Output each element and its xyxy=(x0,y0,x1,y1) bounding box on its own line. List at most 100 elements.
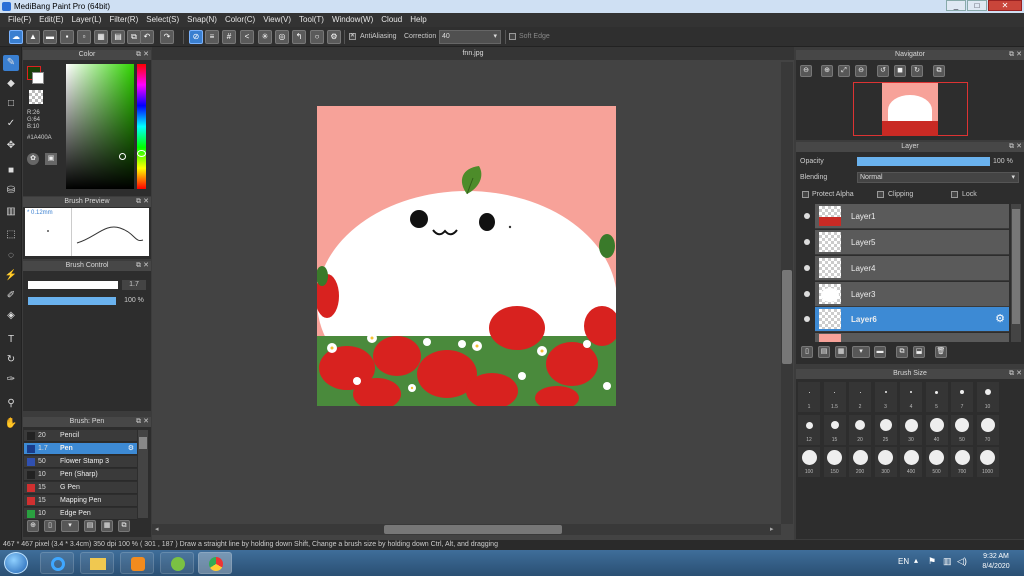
palette-icon[interactable]: ✿ xyxy=(27,153,39,165)
flip-icon[interactable]: ◼ xyxy=(894,65,906,77)
saturation-value-picker[interactable] xyxy=(66,64,134,189)
brush-size-cell[interactable]: 15 xyxy=(823,415,846,445)
brush-size-cell[interactable]: 70 xyxy=(976,415,999,445)
select-pen-tool-icon[interactable]: ✓ xyxy=(3,116,19,132)
hand-tool-icon[interactable]: ✋ xyxy=(3,416,19,432)
brush-menu-icon[interactable]: ▾ xyxy=(61,520,79,532)
open-icon[interactable]: ▲ xyxy=(26,30,40,44)
operation-tool-icon[interactable]: ↻ xyxy=(3,352,19,368)
menu-file[interactable]: File(F) xyxy=(4,13,35,27)
clipping-checkbox[interactable] xyxy=(877,191,884,198)
gear-icon[interactable]: ⚙ xyxy=(995,312,1005,325)
layer-visibility-toggle[interactable] xyxy=(801,204,814,229)
brush-size-cell[interactable]: 700 xyxy=(951,447,973,477)
move-tool-icon[interactable]: ✥ xyxy=(3,138,19,154)
layer-visibility-toggle[interactable] xyxy=(801,282,814,307)
comment-icon[interactable]: ▬ xyxy=(43,30,57,44)
tray-arrow-icon[interactable]: ▴ xyxy=(914,556,918,565)
folder-icon[interactable]: ▬ xyxy=(874,346,886,358)
detach-icon[interactable]: ⧉ xyxy=(136,261,141,271)
brush-delete-icon[interactable]: ⧉ xyxy=(118,520,130,532)
snap-radial-icon[interactable]: ✳ xyxy=(258,30,272,44)
volume-icon[interactable]: ◁) xyxy=(957,556,967,567)
brush-size-cell[interactable]: 1 xyxy=(798,382,820,412)
merge-layer-icon[interactable]: ⬓ xyxy=(913,346,925,358)
scroll-left-icon[interactable]: ◂ xyxy=(155,525,159,533)
gradient-tool-icon[interactable]: ▥ xyxy=(3,204,19,220)
external-icon[interactable]: ⧉ xyxy=(127,30,141,44)
brush-size-slider[interactable] xyxy=(28,281,118,289)
brush-size-cell[interactable]: 1.5 xyxy=(823,382,846,412)
divide-tool-icon[interactable]: ✑ xyxy=(3,372,19,388)
brush-size-cell[interactable]: 7 xyxy=(951,382,973,412)
brush-size-cell[interactable]: 25 xyxy=(874,415,897,445)
menu-window[interactable]: Window(W) xyxy=(328,13,377,27)
lock-checkbox[interactable] xyxy=(951,191,958,198)
horizontal-scroll-thumb[interactable] xyxy=(384,525,562,534)
soft-edge-checkbox[interactable] xyxy=(509,33,516,40)
clock-time[interactable]: 9:32 AM xyxy=(978,553,1014,560)
navigator-viewport[interactable] xyxy=(853,82,968,136)
transparent-color-swatch[interactable] xyxy=(29,90,43,104)
brush-size-cell[interactable]: 300 xyxy=(874,447,897,477)
select-rect-tool-icon[interactable]: ⬚ xyxy=(3,227,19,243)
brush-size-cell[interactable]: 10 xyxy=(976,382,999,412)
brush-copy-icon[interactable]: ▤ xyxy=(84,520,96,532)
scrollbar-thumb[interactable] xyxy=(1012,209,1020,324)
fill-rect-tool-icon[interactable]: ■ xyxy=(3,163,19,179)
brush-item[interactable]: 20 Pencil xyxy=(24,430,137,442)
media-player-taskbar-icon[interactable] xyxy=(120,552,154,574)
brush-size-cell[interactable]: 1000 xyxy=(976,447,999,477)
delete-layer-icon[interactable]: 🗑 xyxy=(935,346,947,358)
new-brush-icon[interactable]: ▯ xyxy=(44,520,56,532)
layer-visibility-toggle[interactable] xyxy=(801,230,814,255)
rotate-right-icon[interactable]: ↻ xyxy=(911,65,923,77)
layer-row[interactable]: Layer4 xyxy=(815,256,1009,281)
brush-size-value[interactable]: 1.7 xyxy=(122,280,146,290)
brush-item[interactable]: 10 Pen (Sharp) xyxy=(24,469,137,481)
menu-view[interactable]: View(V) xyxy=(259,13,295,27)
new-layer-icon[interactable]: ▯ xyxy=(801,346,813,358)
new-color-layer-icon[interactable]: ▤ xyxy=(818,346,830,358)
close-panel-icon[interactable]: ✕ xyxy=(143,50,149,60)
detach-icon[interactable]: ⧉ xyxy=(1009,50,1014,60)
grid-icon[interactable]: ▦ xyxy=(94,30,108,44)
new-halftone-layer-icon[interactable]: ▦ xyxy=(835,346,847,358)
dot-tool-icon[interactable]: □ xyxy=(3,96,19,112)
layer-menu-icon[interactable]: ▾ xyxy=(852,346,870,358)
menu-filter[interactable]: Filter(R) xyxy=(105,13,142,27)
brush-size-cell[interactable]: 12 xyxy=(798,415,820,445)
bucket-tool-icon[interactable]: ⛁ xyxy=(3,183,19,199)
layer-list-scrollbar[interactable] xyxy=(1011,204,1021,342)
chrome-taskbar-icon[interactable] xyxy=(198,552,232,574)
eyedropper-tool-icon[interactable]: ⚲ xyxy=(3,396,19,412)
brush-item[interactable]: 1.7 Pen ⚙ xyxy=(24,443,137,455)
lasso-tool-icon[interactable]: ◌ xyxy=(3,248,19,264)
maximize-button[interactable]: □ xyxy=(967,0,987,11)
brush-size-cell[interactable]: 500 xyxy=(925,447,948,477)
minimize-button[interactable]: _ xyxy=(946,0,966,11)
artwork-canvas[interactable] xyxy=(317,106,616,406)
hue-slider-handle[interactable] xyxy=(137,150,146,157)
brush-item[interactable]: 15 Mapping Pen xyxy=(24,495,137,507)
duplicate-layer-icon[interactable]: ⧉ xyxy=(896,346,908,358)
close-panel-icon[interactable]: ✕ xyxy=(143,417,149,427)
fit-icon[interactable]: ⤢ xyxy=(838,65,850,77)
brush-size-cell[interactable]: 20 xyxy=(849,415,871,445)
snap-concentric-icon[interactable]: ◎ xyxy=(275,30,289,44)
detach-icon[interactable]: ⧉ xyxy=(1009,369,1014,379)
external-view-icon[interactable]: ⧉ xyxy=(933,65,945,77)
network-icon[interactable]: ▥ xyxy=(943,556,952,567)
vertical-scroll-thumb[interactable] xyxy=(782,270,792,364)
brush-size-cell[interactable]: 200 xyxy=(849,447,871,477)
menu-cloud[interactable]: Cloud xyxy=(377,13,406,27)
brush-size-cell[interactable]: 2 xyxy=(849,382,871,412)
layer-visibility-toggle[interactable] xyxy=(801,307,814,332)
menu-layer[interactable]: Layer(L) xyxy=(68,13,106,27)
snap-settings-icon[interactable]: ⚙ xyxy=(327,30,341,44)
zoom-in-icon[interactable]: ⊕ xyxy=(821,65,833,77)
app-taskbar-icon[interactable] xyxy=(160,552,194,574)
menu-tool[interactable]: Tool(T) xyxy=(295,13,328,27)
layer-row[interactable]: Layer1 xyxy=(815,204,1009,229)
close-panel-icon[interactable]: ✕ xyxy=(1016,50,1022,60)
